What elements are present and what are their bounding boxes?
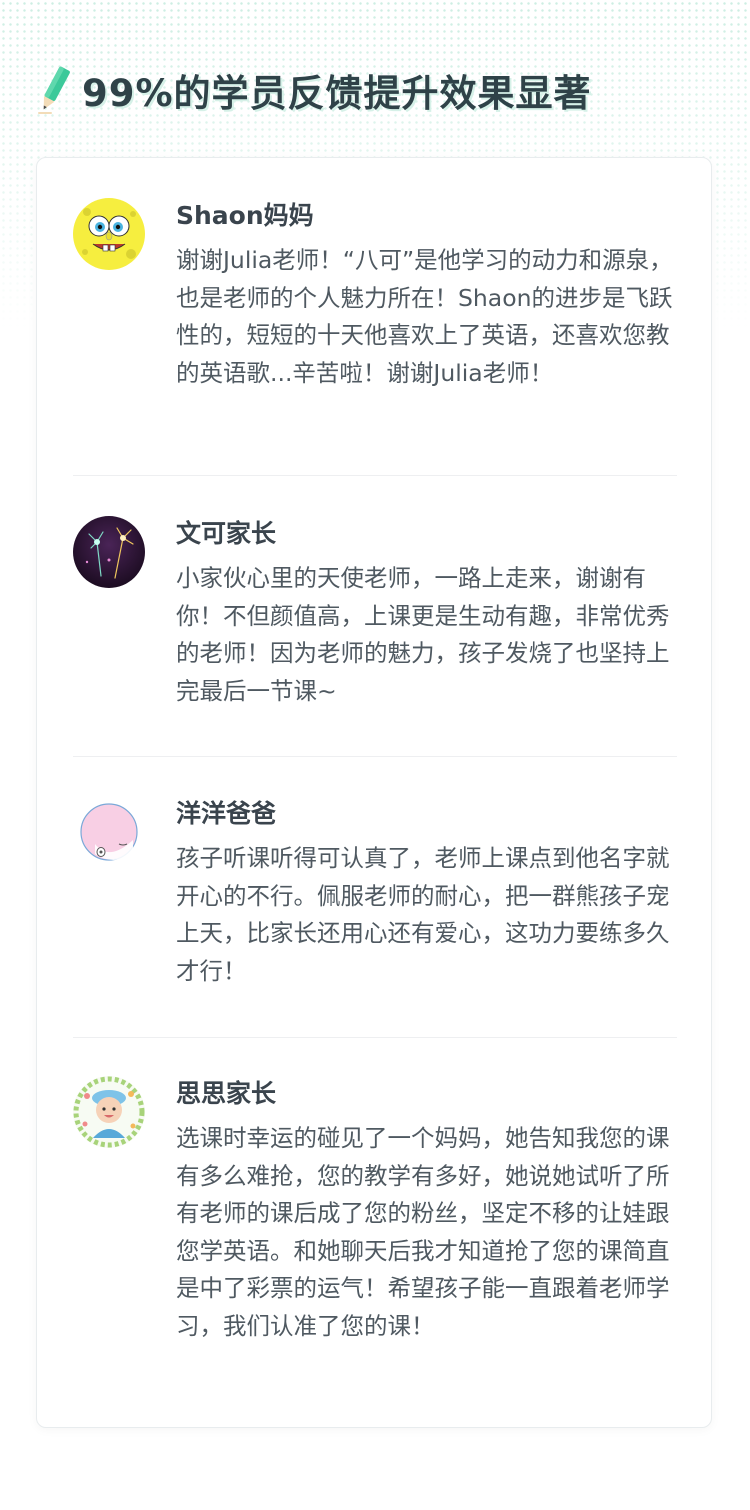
pencil-icon	[38, 66, 70, 114]
reviews-card: Shaon妈妈 谢谢Julia老师！“八可”是他学习的动力和源泉，也是老师的个人…	[36, 157, 712, 1428]
review-comment: 孩子听课听得可认真了，老师上课点到他名字就开心的不行。佩服老师的耐心，把一群熊孩…	[176, 844, 670, 985]
reviewer-name: 洋洋爸爸	[176, 799, 277, 828]
reviewer-name: Shaon妈妈	[176, 201, 314, 230]
reviewer-name: 文可家长	[176, 519, 277, 548]
review-comment: 谢谢Julia老师！“八可”是他学习的动力和源泉，也是老师的个人魅力所在！Sha…	[176, 246, 673, 387]
divider	[73, 756, 677, 757]
review-comment: 选课时幸运的碰见了一个妈妈，她告知我您的课有多么难抢，您的教学有多好，她说她试听…	[176, 1124, 670, 1340]
cartoon-baby-avatar-icon	[73, 796, 145, 868]
child-photo-avatar-icon	[73, 1076, 145, 1148]
divider	[73, 1037, 677, 1038]
section-header: 99%的学员反馈提升效果显著	[36, 62, 592, 118]
fireworks-avatar-icon	[73, 516, 145, 588]
page-title: 99%的学员反馈提升效果显著	[82, 72, 592, 115]
divider	[73, 475, 677, 476]
reviewer-name: 思思家长	[176, 1079, 277, 1108]
sponge-avatar-icon	[73, 198, 145, 270]
review-comment: 小家伙心里的天使老师，一路上走来，谢谢有你！不但颜值高，上课更是生动有趣，非常优…	[176, 564, 670, 705]
